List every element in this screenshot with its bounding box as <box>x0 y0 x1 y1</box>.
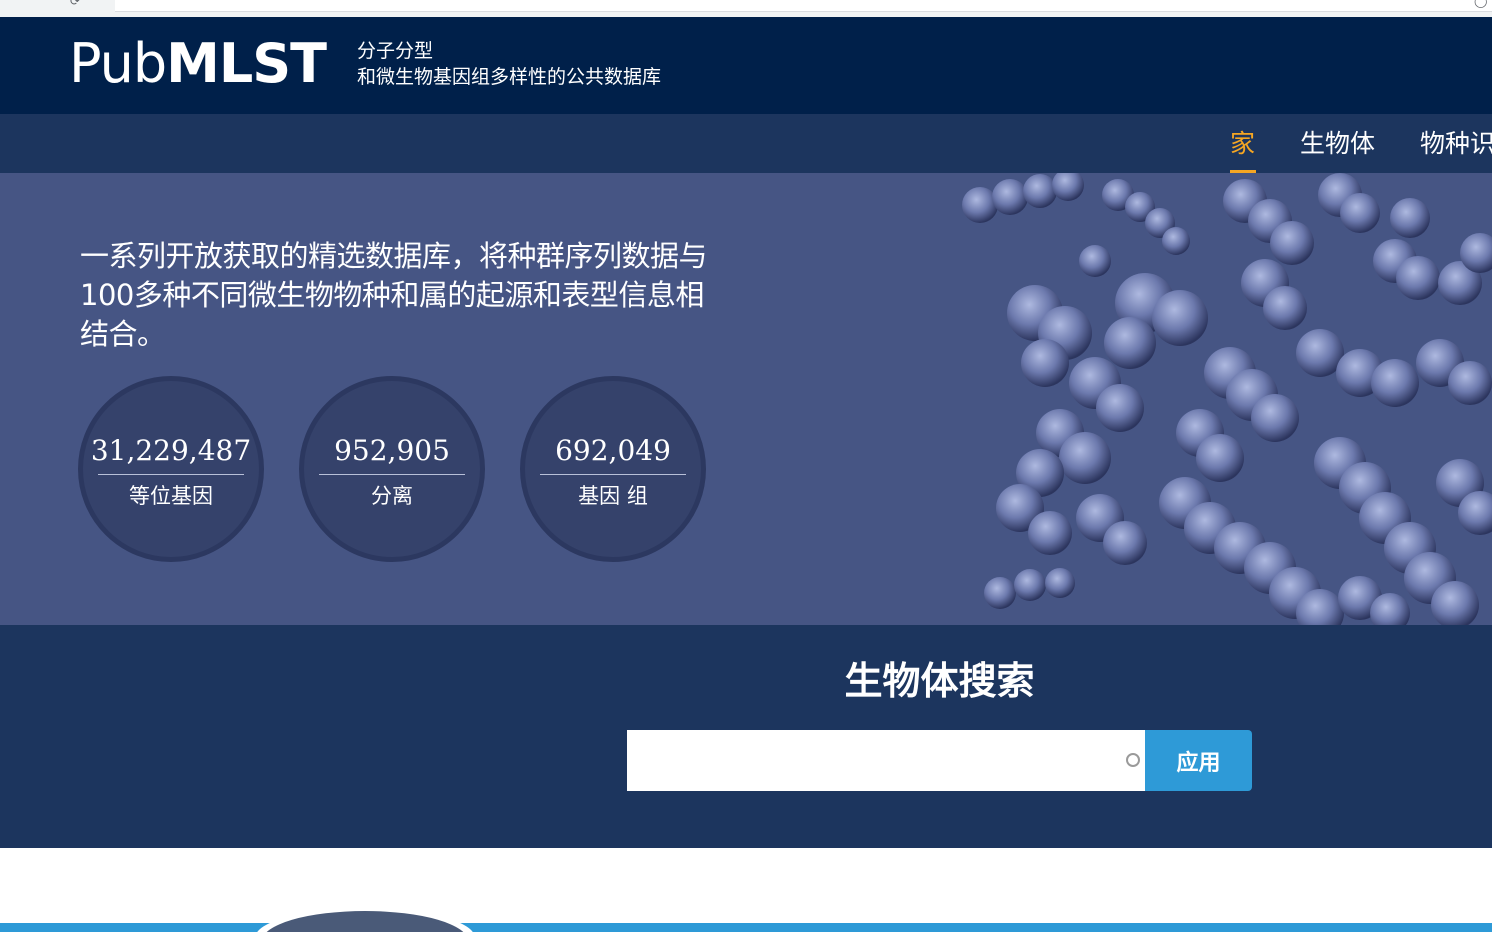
stat-alleles: 31,229,487 等位基因 <box>78 376 264 562</box>
stat-divider <box>98 474 244 475</box>
hero-description: 一系列开放获取的精选数据库，将种群序列数据与100多种不同微生物物种和属的起源和… <box>80 239 708 351</box>
reload-icon[interactable]: ⟳ <box>70 0 80 8</box>
search-title: 生物体搜索 <box>844 659 1035 703</box>
stat-divider <box>540 474 686 475</box>
profile-icon[interactable]: ◯ <box>1474 0 1487 8</box>
logo-text-pub: Pub <box>69 32 167 95</box>
site-logo[interactable]: Pub MLST <box>69 32 327 95</box>
stat-divider <box>319 474 465 475</box>
loading-spinner-icon <box>1126 753 1140 767</box>
nav-item-species-id[interactable]: 物种识 <box>1420 128 1492 160</box>
stat-isolates: 952,905 分离 <box>299 376 485 562</box>
stat-alleles-label: 等位基因 <box>129 484 213 508</box>
stat-alleles-value: 31,229,487 <box>90 434 252 467</box>
main-nav: 家 生物体 物种识 <box>0 114 1492 173</box>
apply-button[interactable]: 应用 <box>1145 730 1252 791</box>
stat-isolates-label: 分离 <box>371 484 413 508</box>
organism-search-section: 生物体搜索 应用 <box>0 625 1492 848</box>
site-tagline: 分子分型 和微生物基因组多样性的公共数据库 <box>357 38 661 90</box>
organism-search-input[interactable] <box>627 730 1145 791</box>
stat-genomes-label: 基因 组 <box>578 484 648 508</box>
bottom-band <box>0 923 1492 932</box>
site-header: Pub MLST 分子分型 和微生物基因组多样性的公共数据库 <box>0 17 1492 114</box>
nav-item-organisms[interactable]: 生物体 <box>1300 128 1375 160</box>
stat-isolates-value: 952,905 <box>334 434 450 467</box>
tagline-line-1: 分子分型 <box>357 40 434 62</box>
browser-toolbar: ⟳ ◯ <box>0 0 1492 17</box>
logo-text-mlst: MLST <box>166 32 327 95</box>
address-bar[interactable] <box>115 0 1492 12</box>
nav-item-home[interactable]: 家 <box>1230 128 1255 160</box>
bacteria-image <box>962 173 1492 625</box>
stat-genomes-value: 692,049 <box>555 434 671 467</box>
hero-banner: 一系列开放获取的精选数据库，将种群序列数据与100多种不同微生物物种和属的起源和… <box>0 173 1492 625</box>
stat-genomes: 692,049 基因 组 <box>520 376 706 562</box>
tagline-line-2: 和微生物基因组多样性的公共数据库 <box>357 66 662 88</box>
